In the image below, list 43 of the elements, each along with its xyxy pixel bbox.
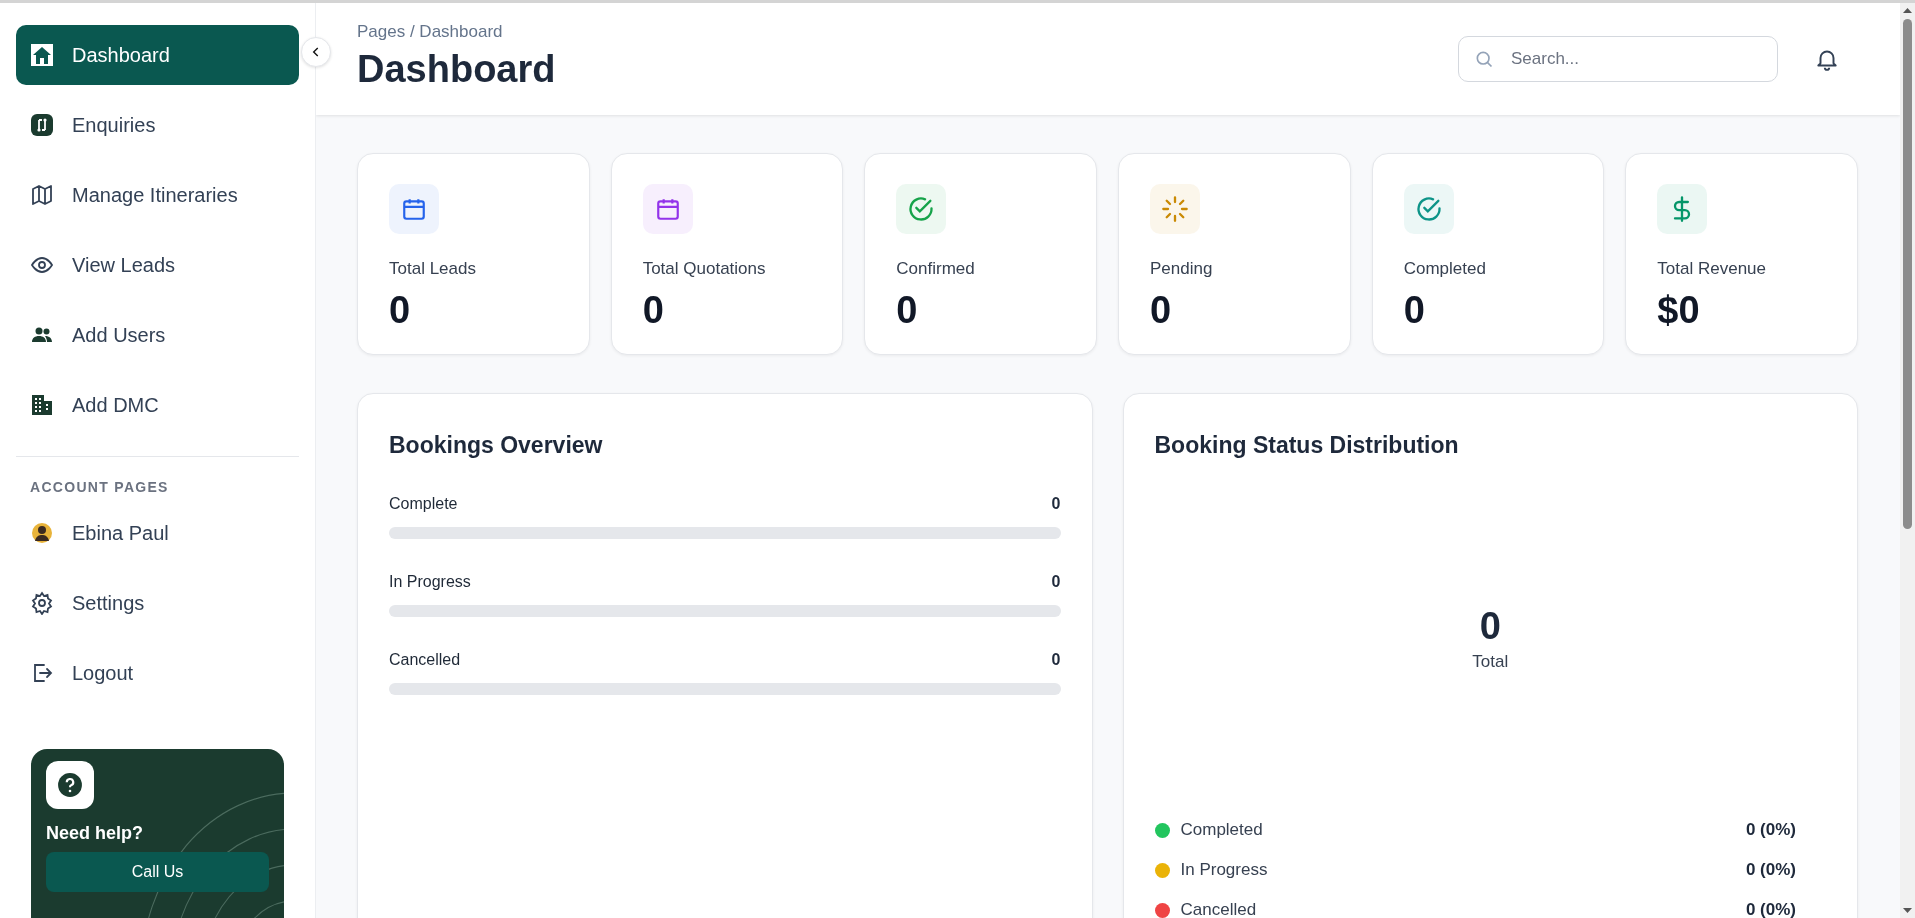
stat-label: Confirmed	[896, 259, 976, 279]
stat-label: Total Leads	[389, 259, 477, 279]
status-label: Cancelled	[389, 651, 461, 669]
stat-label: Total Quotations	[642, 259, 767, 279]
status-label: In Progress	[389, 573, 471, 591]
nav-item[interactable]: Settings	[16, 573, 299, 633]
search-field[interactable]: Search...	[1458, 36, 1778, 82]
legend-label: Cancelled	[1180, 900, 1258, 918]
stat-value: 0	[642, 289, 665, 332]
nav-item[interactable]: Logout	[16, 643, 299, 703]
stat-label: Total Revenue	[1657, 259, 1767, 279]
nav-item[interactable]: Manage Itineraries	[16, 165, 299, 225]
stat-value: 0	[896, 289, 919, 332]
total-label: Total	[1472, 652, 1509, 672]
status-count: 0	[1051, 651, 1061, 669]
nav-item[interactable]: Dashboard	[16, 25, 299, 85]
section-heading: ACCOUNT PAGES	[29, 479, 170, 495]
status-count: 0	[1051, 495, 1061, 513]
stat-value: $0	[1657, 289, 1701, 332]
legend-label: Completed	[1180, 820, 1264, 840]
stat-value: 0	[1403, 289, 1426, 332]
stat-value: 0	[389, 289, 412, 332]
legend-value: 0 (0%)	[1745, 860, 1796, 880]
total-value: 0	[1479, 605, 1501, 648]
legend-label: In Progress	[1180, 860, 1269, 880]
nav-item[interactable]: Add Users	[16, 305, 299, 365]
nav-item[interactable]: Ebina Paul	[16, 503, 299, 563]
stat-value: 0	[1150, 289, 1173, 332]
status-count: 0	[1051, 573, 1061, 591]
nav-item[interactable]: Enquiries	[16, 95, 299, 155]
card-title: Bookings Overview	[389, 432, 604, 459]
card-title: Booking Status Distribution	[1154, 432, 1460, 459]
legend-value: 0 (0%)	[1745, 820, 1796, 840]
status-label: Complete	[389, 495, 458, 513]
nav-item[interactable]: View Leads	[16, 235, 299, 295]
breadcrumb: Pages / Dashboard	[357, 21, 504, 42]
page-title: Dashboard	[357, 47, 556, 91]
stat-label: Pending	[1150, 259, 1214, 279]
help-title: Need help?	[46, 823, 144, 844]
stat-label: Completed	[1403, 259, 1487, 279]
legend-value: 0 (0%)	[1745, 900, 1796, 918]
nav-item[interactable]: Add DMC	[16, 375, 299, 435]
call-button[interactable]: Call Us	[46, 852, 269, 892]
